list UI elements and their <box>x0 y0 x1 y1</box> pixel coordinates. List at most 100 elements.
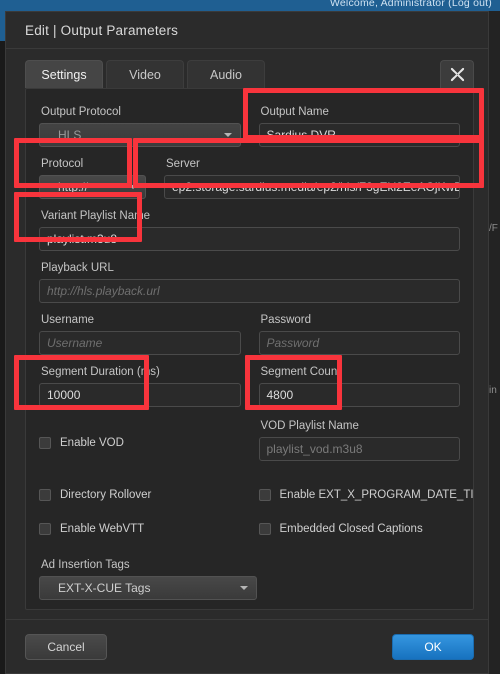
username-input[interactable]: Username <box>39 331 241 355</box>
field-protocol: Protocol http:// <box>39 151 146 199</box>
row-ad-insertion: Ad Insertion Tags EXT-X-CUE Tags <box>39 552 460 600</box>
variant-playlist-name-input[interactable]: playlist.m3u8 <box>39 227 460 251</box>
playback-url-input[interactable]: http://hls.playback.url <box>39 279 460 303</box>
field-segment-duration: Segment Duration (ms) 10000 <box>39 359 241 407</box>
directory-rollover-checkrow[interactable]: Directory Rollover <box>39 486 241 504</box>
playback-url-placeholder: http://hls.playback.url <box>47 284 160 298</box>
settings-panel: Output Protocol HLS Output Name Sardius … <box>25 88 474 610</box>
cancel-button-label: Cancel <box>47 639 85 654</box>
program-date-time-checkrow[interactable]: Enable EXT_X_PROGRAM_DATE_TIME <box>258 486 473 504</box>
password-input[interactable]: Password <box>258 331 460 355</box>
tab-audio[interactable]: Audio <box>187 60 265 88</box>
vod-playlist-name-input[interactable]: playlist_vod.m3u8 <box>258 437 460 461</box>
field-output-name: Output Name Sardius DVR <box>258 99 460 147</box>
vod-playlist-name-placeholder: playlist_vod.m3u8 <box>266 442 363 456</box>
field-segment-count: Segment Count 4800 <box>258 359 460 407</box>
dialog-footer: Cancel OK <box>6 619 488 673</box>
ok-button-label: OK <box>424 639 442 654</box>
tab-audio-label: Audio <box>210 67 242 82</box>
row-variant-playlist: Variant Playlist Name playlist.m3u8 <box>39 203 460 251</box>
enable-vod-checkbox[interactable] <box>39 437 51 449</box>
enable-vod-checkrow[interactable]: Enable VOD <box>39 434 241 452</box>
output-protocol-value: HLS <box>58 128 82 142</box>
background-right-panel <box>489 11 500 674</box>
dialog-title-bar: Edit | Output Parameters <box>6 12 488 49</box>
program-date-time-label: Enable EXT_X_PROGRAM_DATE_TIME <box>279 489 474 501</box>
field-password: Password Password <box>258 307 460 355</box>
program-date-time-checkbox[interactable] <box>258 489 271 501</box>
segment-count-label: Segment Count <box>260 366 341 378</box>
ad-insertion-tags-select[interactable]: EXT-X-CUE Tags <box>39 576 257 600</box>
chevron-down-icon <box>129 185 137 189</box>
directory-rollover-label: Directory Rollover <box>60 489 152 501</box>
protocol-value: http:// <box>58 180 89 194</box>
username-label: Username <box>41 314 95 326</box>
server-label: Server <box>166 158 200 170</box>
output-name-input[interactable]: Sardius DVR <box>258 123 460 147</box>
output-protocol-label: Output Protocol <box>41 106 121 118</box>
ad-insertion-tags-label: Ad Insertion Tags <box>41 559 130 571</box>
row-captions: Enable WebVTT Embedded Closed Captions <box>39 520 460 538</box>
segment-duration-label: Segment Duration (ms) <box>41 366 160 378</box>
tab-video-label: Video <box>129 67 161 82</box>
ad-insertion-spacer <box>275 552 460 600</box>
field-username: Username Username <box>39 307 241 355</box>
password-placeholder: Password <box>266 336 320 350</box>
row-segments: Segment Duration (ms) 10000 Segment Coun… <box>39 359 460 407</box>
field-server: Server ep2.storage.sardius.media/ep2/hls… <box>164 151 460 199</box>
ad-insertion-tags-value: EXT-X-CUE Tags <box>58 581 151 595</box>
row-protocol-name: Output Protocol HLS Output Name Sardius … <box>39 99 460 147</box>
field-output-protocol: Output Protocol HLS <box>39 99 241 147</box>
embedded-closed-captions-label: Embedded Closed Captions <box>279 523 423 535</box>
field-variant-playlist-name: Variant Playlist Name playlist.m3u8 <box>39 203 460 251</box>
field-program-date-time: Enable EXT_X_PROGRAM_DATE_TIME <box>258 486 473 504</box>
background-text-fragment: /F <box>489 223 498 234</box>
row-playback-url: Playback URL http://hls.playback.url <box>39 255 460 303</box>
field-enable-vod: Enable VOD <box>39 420 241 461</box>
segment-duration-input[interactable]: 10000 <box>39 383 241 407</box>
server-input[interactable]: ep2.storage.sardius.media/ep2/hls/F3gEki… <box>164 175 460 199</box>
field-vod-playlist-name: VOD Playlist Name playlist_vod.m3u8 <box>258 420 460 461</box>
enable-webvtt-label: Enable WebVTT <box>60 523 145 535</box>
tab-video[interactable]: Video <box>106 60 184 88</box>
background-text-fragment: in <box>489 385 497 396</box>
output-parameters-dialog: Edit | Output Parameters Settings Video … <box>5 11 489 674</box>
row-vod: Enable VOD VOD Playlist Name playlist_vo… <box>39 420 460 461</box>
dialog-title: Edit | Output Parameters <box>25 22 179 38</box>
chevron-down-icon <box>223 133 232 137</box>
directory-rollover-checkbox[interactable] <box>39 489 51 501</box>
output-protocol-select[interactable]: HLS <box>39 123 241 147</box>
output-name-label: Output Name <box>260 106 329 118</box>
field-directory-rollover: Directory Rollover <box>39 486 241 504</box>
tab-strip: Settings Video Audio <box>25 59 474 88</box>
tab-settings-label: Settings <box>41 67 87 82</box>
wrench-icon-button[interactable] <box>440 60 474 88</box>
cancel-button[interactable]: Cancel <box>25 633 107 660</box>
field-embedded-closed-captions: Embedded Closed Captions <box>258 520 461 538</box>
tab-settings[interactable]: Settings <box>25 60 103 88</box>
variant-playlist-name-value: playlist.m3u8 <box>47 232 118 246</box>
enable-vod-label: Enable VOD <box>60 437 124 449</box>
embedded-closed-captions-checkbox[interactable] <box>258 523 271 535</box>
ok-button[interactable]: OK <box>392 633 474 660</box>
embedded-closed-captions-checkrow[interactable]: Embedded Closed Captions <box>258 520 461 538</box>
row-protocol-server: Protocol http:// Server ep2.storage.sard… <box>39 151 460 199</box>
enable-webvtt-checkbox[interactable] <box>39 523 51 535</box>
vod-playlist-name-label: VOD Playlist Name <box>260 420 359 432</box>
chevron-down-icon <box>240 586 248 590</box>
enable-webvtt-checkrow[interactable]: Enable WebVTT <box>39 520 241 538</box>
segment-count-input[interactable]: 4800 <box>258 383 460 407</box>
variant-playlist-name-label: Variant Playlist Name <box>41 210 151 222</box>
segment-duration-value: 10000 <box>47 388 81 402</box>
segment-count-value: 4800 <box>266 388 294 402</box>
output-name-value: Sardius DVR <box>266 128 336 142</box>
row-rollover: Directory Rollover Enable EXT_X_PROGRAM_… <box>39 486 473 504</box>
playback-url-label: Playback URL <box>41 262 114 274</box>
wrench-icon <box>450 67 465 82</box>
server-value: ep2.storage.sardius.media/ep2/hls/F3gEki… <box>172 180 459 194</box>
field-enable-webvtt: Enable WebVTT <box>39 520 241 538</box>
protocol-select[interactable]: http:// <box>39 175 146 199</box>
welcome-text: Welcome, Administrator (Log out) <box>329 0 492 9</box>
field-ad-insertion-tags: Ad Insertion Tags EXT-X-CUE Tags <box>39 552 257 600</box>
username-placeholder: Username <box>47 336 103 350</box>
